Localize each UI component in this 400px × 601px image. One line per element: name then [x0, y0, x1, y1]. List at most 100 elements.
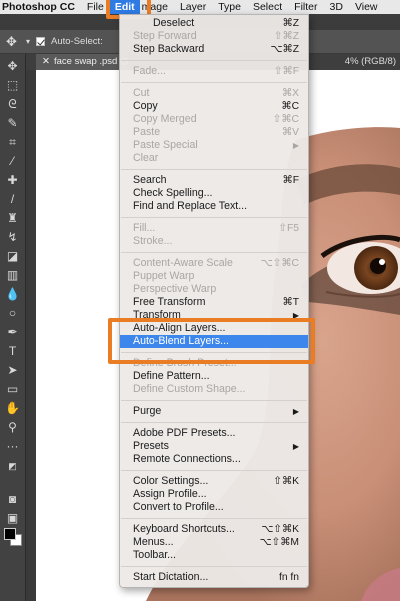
- menu-view[interactable]: View: [349, 1, 384, 13]
- document-tab[interactable]: ✕face swap .psd @ 2: [36, 54, 128, 70]
- menu-select[interactable]: Select: [247, 1, 288, 13]
- history-brush-icon[interactable]: ↯: [4, 229, 21, 246]
- hand-icon[interactable]: ✋: [4, 400, 21, 417]
- menu-separator: [121, 82, 307, 83]
- menu-item-start-dictation[interactable]: Start Dictation... fn fn: [120, 571, 308, 584]
- healing-brush-icon[interactable]: ✚: [4, 172, 21, 189]
- menu-item-define-custom-shape[interactable]: Define Custom Shape...: [120, 383, 308, 396]
- menu-item-label: Fade...: [133, 65, 166, 77]
- menu-item-cut[interactable]: Cut ⌘X: [120, 87, 308, 100]
- menu-item-label: Define Custom Shape...: [133, 383, 246, 395]
- menu-item-clear[interactable]: Clear: [120, 152, 308, 165]
- path-select-icon[interactable]: ➤: [4, 362, 21, 379]
- lasso-icon[interactable]: ᘓ: [4, 96, 21, 113]
- blur-icon[interactable]: 💧: [4, 286, 21, 303]
- menu-item-label: Presets: [133, 440, 169, 452]
- rectangle-icon[interactable]: ▭: [4, 381, 21, 398]
- menu-item-shortcut: ⌘C: [281, 101, 299, 112]
- menu-item-assign-profile[interactable]: Assign Profile...: [120, 488, 308, 501]
- menu-item-label: Fill...: [133, 222, 156, 234]
- menu-filter[interactable]: Filter: [288, 1, 323, 13]
- menu-item-label: Deselect: [153, 17, 195, 29]
- close-icon[interactable]: ✕: [42, 56, 50, 67]
- menu-item-paste-special[interactable]: Paste Special ▶: [120, 139, 308, 152]
- move-tool-icon[interactable]: ✥: [6, 34, 20, 49]
- menu-item-label: Purge: [133, 405, 162, 417]
- type-icon[interactable]: T: [4, 343, 21, 360]
- menu-item-define-pattern[interactable]: Define Pattern...: [120, 370, 308, 383]
- menu-item-step-forward[interactable]: Step Forward ⇧⌘Z: [120, 30, 308, 43]
- menu-item-convert-to-profile[interactable]: Convert to Profile...: [120, 501, 308, 514]
- menu-item-shortcut: ⌥⌘Z: [270, 44, 299, 55]
- menu-item-deselect[interactable]: Deselect ⌘Z: [120, 17, 308, 30]
- foreground-color-swatch[interactable]: [4, 528, 16, 540]
- eyedropper-icon[interactable]: ⁄: [4, 153, 21, 170]
- menu-item-copy-merged[interactable]: Copy Merged ⇧⌘C: [120, 113, 308, 126]
- menu-layer[interactable]: Layer: [174, 1, 212, 13]
- menu-item-shortcut: ⇧⌘F: [273, 66, 299, 77]
- menu-item-search[interactable]: Search ⌘F: [120, 174, 308, 187]
- menu-item-perspective-warp[interactable]: Perspective Warp: [120, 283, 308, 296]
- gradient-icon[interactable]: ▥: [4, 267, 21, 284]
- menu-item-label: Find and Replace Text...: [133, 200, 248, 212]
- menu-separator: [121, 252, 307, 253]
- brush-icon[interactable]: /: [4, 191, 21, 208]
- menu-item-label: Convert to Profile...: [133, 501, 224, 513]
- submenu-arrow-icon: ▶: [292, 141, 299, 150]
- marquee-icon[interactable]: ⬚: [4, 77, 21, 94]
- default-colors-icon[interactable]: ◩: [4, 458, 21, 475]
- quick-mask-icon[interactable]: ◙: [4, 491, 21, 508]
- menu-item-shortcut: ⌘V: [281, 127, 299, 138]
- menu-item-fade[interactable]: Fade... ⇧⌘F: [120, 65, 308, 78]
- zoom-icon[interactable]: ⚲: [4, 419, 21, 436]
- menu-item-content-aware-scale[interactable]: Content-Aware Scale ⌥⇧⌘C: [120, 257, 308, 270]
- menu-item-keyboard-shortcuts[interactable]: Keyboard Shortcuts... ⌥⇧⌘K: [120, 523, 308, 536]
- dodge-icon[interactable]: ○: [4, 305, 21, 322]
- menu-item-check-spelling[interactable]: Check Spelling...: [120, 187, 308, 200]
- menu-item-label: Cut: [133, 87, 150, 99]
- document-tab-title: face swap .psd @ 2: [53, 56, 128, 67]
- menu-item-stroke[interactable]: Stroke...: [120, 235, 308, 248]
- auto-select-checkbox[interactable]: [36, 37, 46, 46]
- menu-item-label: Check Spelling...: [133, 187, 213, 199]
- app-name[interactable]: Photoshop CC: [0, 1, 81, 13]
- menu-item-fill[interactable]: Fill... ⇧F5: [120, 222, 308, 235]
- menu-item-menus[interactable]: Menus... ⌥⇧⌘M: [120, 536, 308, 549]
- menu-item-free-transform[interactable]: Free Transform ⌘T: [120, 296, 308, 309]
- quick-select-icon[interactable]: ✎: [4, 115, 21, 132]
- menu-item-label: Start Dictation...: [133, 571, 209, 583]
- menu-separator: [121, 400, 307, 401]
- menu-item-label: Puppet Warp: [133, 270, 195, 282]
- menu-item-remote-connections[interactable]: Remote Connections...: [120, 453, 308, 466]
- menu-item-color-settings[interactable]: Color Settings... ⇧⌘K: [120, 475, 308, 488]
- menu-item-find-replace[interactable]: Find and Replace Text...: [120, 200, 308, 213]
- tool-preset-chevron-icon[interactable]: ▾: [26, 37, 30, 46]
- move-icon[interactable]: ✥: [4, 58, 21, 75]
- menu-item-adobe-pdf-presets[interactable]: Adobe PDF Presets...: [120, 427, 308, 440]
- menu-item-puppet-warp[interactable]: Puppet Warp: [120, 270, 308, 283]
- menu-item-shortcut: ⇧⌘K: [273, 476, 299, 487]
- menu-item-label: Free Transform: [133, 296, 206, 308]
- menu-item-paste[interactable]: Paste ⌘V: [120, 126, 308, 139]
- menu-item-presets[interactable]: Presets ▶: [120, 440, 308, 453]
- menu-item-toolbar[interactable]: Toolbar...: [120, 549, 308, 562]
- menu-item-label: Keyboard Shortcuts...: [133, 523, 235, 535]
- clone-stamp-icon[interactable]: ♜: [4, 210, 21, 227]
- more-tools-icon[interactable]: ···: [4, 438, 21, 455]
- edit-menu: Deselect ⌘Z Step Forward ⇧⌘Z Step Backward…: [119, 14, 309, 588]
- menu-item-shortcut: ⌥⇧⌘C: [260, 258, 299, 269]
- menu-type[interactable]: Type: [212, 1, 247, 13]
- annotation-box-auto-blend: [108, 318, 315, 364]
- menu-item-label: Color Settings...: [133, 475, 209, 487]
- second-document-tab[interactable]: 4% (RGB/8): [345, 54, 400, 70]
- menu-item-step-backward[interactable]: Step Backward ⌥⌘Z: [120, 43, 308, 56]
- screen-mode-icon[interactable]: ▣: [4, 510, 21, 527]
- menu-3d[interactable]: 3D: [324, 1, 349, 13]
- menu-separator: [121, 518, 307, 519]
- menu-item-purge[interactable]: Purge ▶: [120, 405, 308, 418]
- eraser-icon[interactable]: ◪: [4, 248, 21, 265]
- menu-item-label: Menus...: [133, 536, 174, 548]
- menu-item-copy[interactable]: Copy ⌘C: [120, 100, 308, 113]
- pen-icon[interactable]: ✒: [4, 324, 21, 341]
- crop-icon[interactable]: ⌗: [4, 134, 21, 151]
